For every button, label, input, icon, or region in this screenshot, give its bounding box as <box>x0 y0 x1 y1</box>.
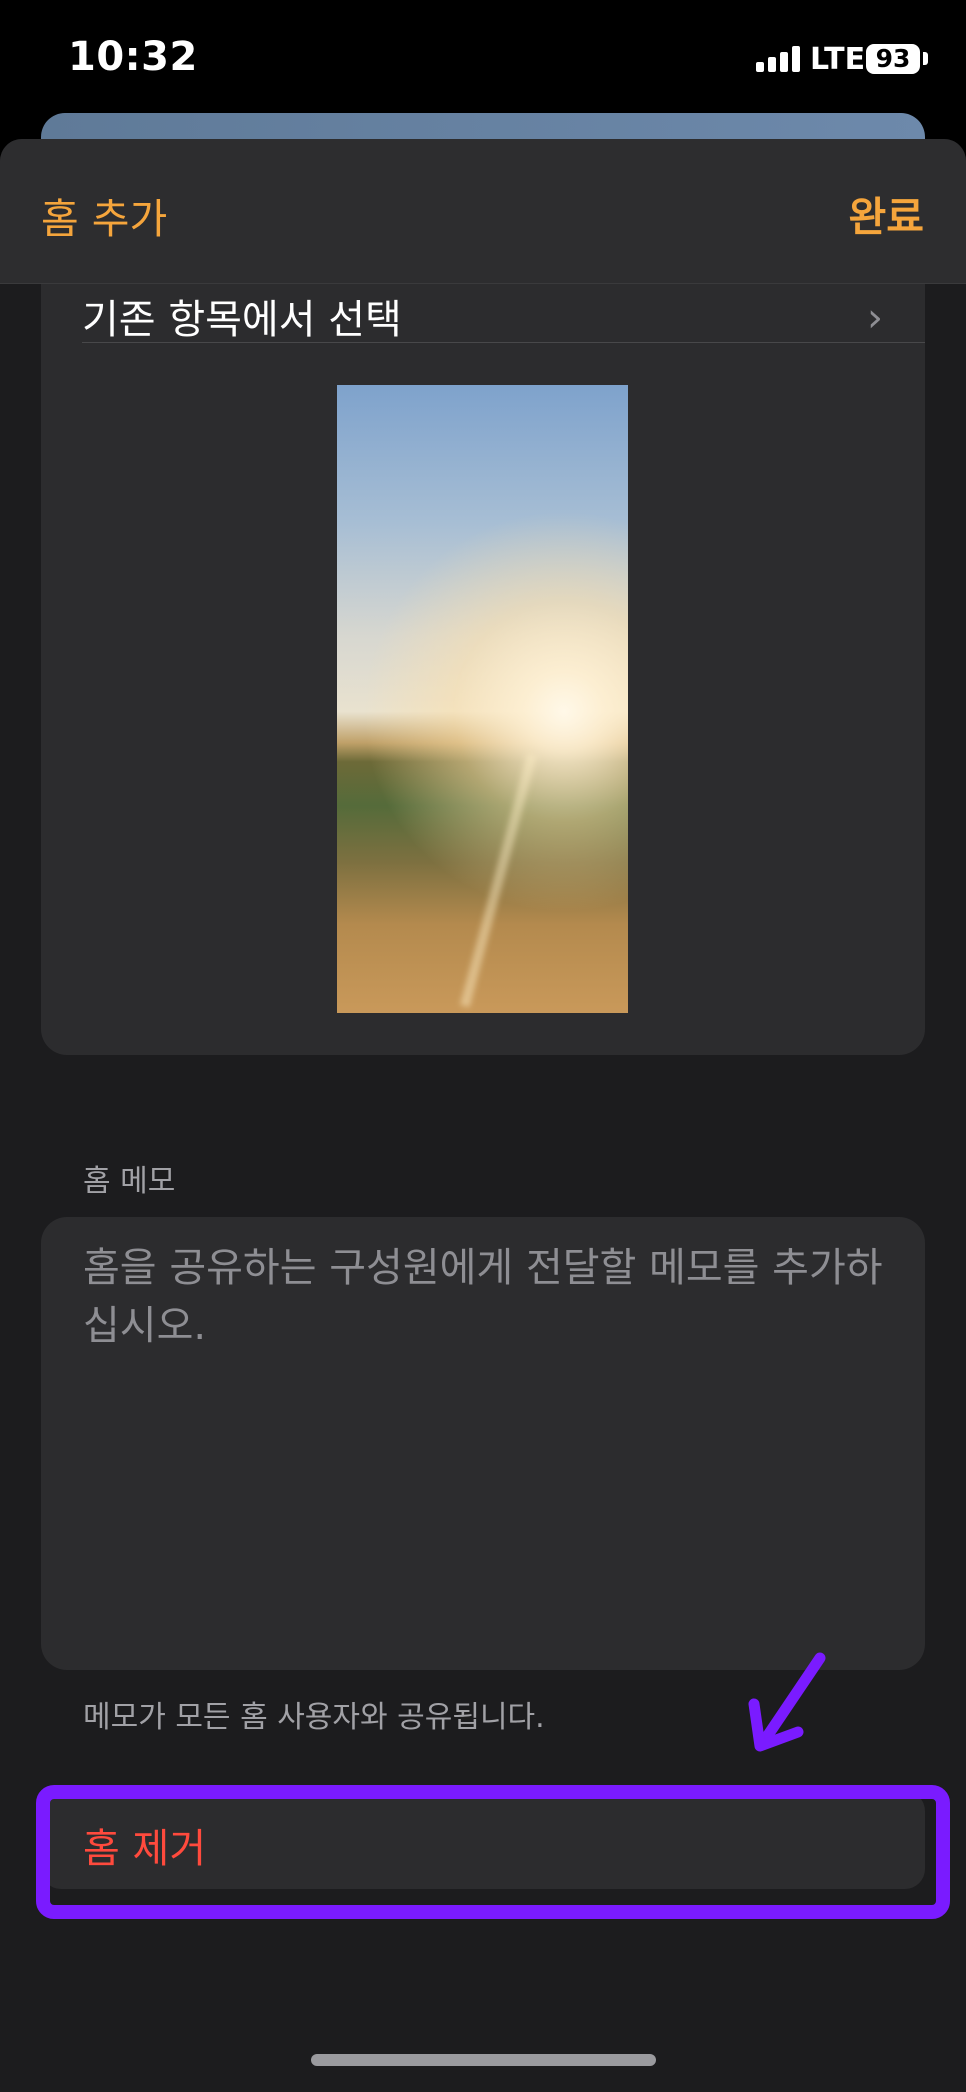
row-divider <box>82 342 925 343</box>
status-time: 10:32 <box>68 34 198 80</box>
battery-tip <box>923 52 928 65</box>
sun-ray <box>459 753 537 1008</box>
done-button[interactable]: 완료 <box>849 183 924 243</box>
chevron-right-icon: › <box>867 295 883 341</box>
annotation-arrow-icon <box>748 1652 826 1752</box>
memo-placeholder: 홈을 공유하는 구성원에게 전달할 메모를 추가하십시오. <box>83 1245 883 1349</box>
nav-title: 홈 추가 <box>41 195 168 243</box>
add-home-sheet: 기존 항목에서 선택 › 홈 추가 완료 홈 메모 홈을 공유하는 구성원에게 … <box>0 139 966 2092</box>
choose-existing-label: 기존 항목에서 선택 <box>82 297 402 343</box>
wallpaper-preview-image[interactable] <box>337 385 628 1013</box>
status-bar: 10:32 LTE 93 <box>0 0 966 120</box>
memo-section-header: 홈 메모 <box>83 1164 176 1199</box>
screen: 10:32 LTE 93 기존 항목에서 선택 › 홈 추가 완료 홈 메모 홈… <box>0 0 966 2092</box>
nav-bar: 홈 추가 완료 <box>0 139 966 284</box>
battery-icon: 93 <box>866 44 920 74</box>
memo-text-area[interactable]: 홈을 공유하는 구성원에게 전달할 메모를 추가하십시오. <box>41 1217 925 1670</box>
network-type: LTE <box>810 42 866 77</box>
remove-home-label: 홈 제거 <box>83 1826 207 1872</box>
home-indicator[interactable] <box>311 2054 656 2066</box>
memo-section-footer: 메모가 모든 홈 사용자와 공유됩니다. <box>83 1700 545 1735</box>
cellular-signal-icon <box>756 46 802 72</box>
remove-home-button[interactable]: 홈 제거 <box>41 1791 925 1889</box>
